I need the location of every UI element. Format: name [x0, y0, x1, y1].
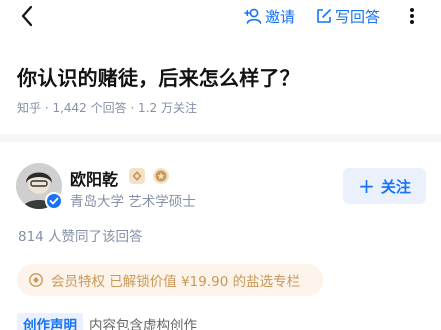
paid-banner-text: 会员特权 已解锁价值 ¥19.90 的盐选专栏: [51, 274, 301, 290]
write-answer-button[interactable]: 写回答: [316, 3, 380, 29]
add-user-icon: [244, 8, 262, 24]
question-meta: 知乎 · 1,442 个回答 · 1.2 万关注: [17, 101, 197, 115]
follow-button[interactable]: + 关注: [343, 168, 426, 204]
level-badge-icon: [129, 168, 145, 184]
question-title[interactable]: 你认识的赌徒，后来怎么样了？: [17, 62, 427, 91]
salt-coin-icon: [29, 273, 43, 287]
plus-icon: +: [358, 174, 375, 198]
question-page: 邀请 写回答 你认识的赌徒，后来怎么样了？ 知乎 · 1,442 个回答 · 1…: [0, 0, 441, 330]
author-name[interactable]: 欧阳乾: [70, 166, 118, 190]
edit-icon: [317, 9, 331, 23]
chevron-left-icon[interactable]: [16, 4, 40, 28]
author-description: 青岛大学 艺术学硕士: [70, 194, 196, 210]
more-vertical-icon[interactable]: [404, 4, 420, 28]
paid-column-banner[interactable]: 会员特权 已解锁价值 ¥19.90 的盐选专栏: [17, 264, 323, 296]
top-bar: 邀请 写回答: [0, 0, 441, 32]
like-count: 814 人赞同了该回答: [18, 229, 143, 245]
declaration-text: 内容包含虚构创作: [89, 318, 197, 330]
invite-button[interactable]: 邀请: [244, 3, 295, 29]
medal-badge-icon: [153, 168, 169, 184]
write-answer-label: 写回答: [335, 7, 381, 26]
verified-badge-icon: [45, 192, 63, 210]
section-divider: [0, 134, 441, 142]
creation-declaration: 创作声明 内容包含虚构创作: [17, 313, 197, 330]
invite-label: 邀请: [265, 7, 296, 26]
declaration-label: 创作声明: [17, 313, 83, 330]
follow-label: 关注: [380, 177, 411, 196]
